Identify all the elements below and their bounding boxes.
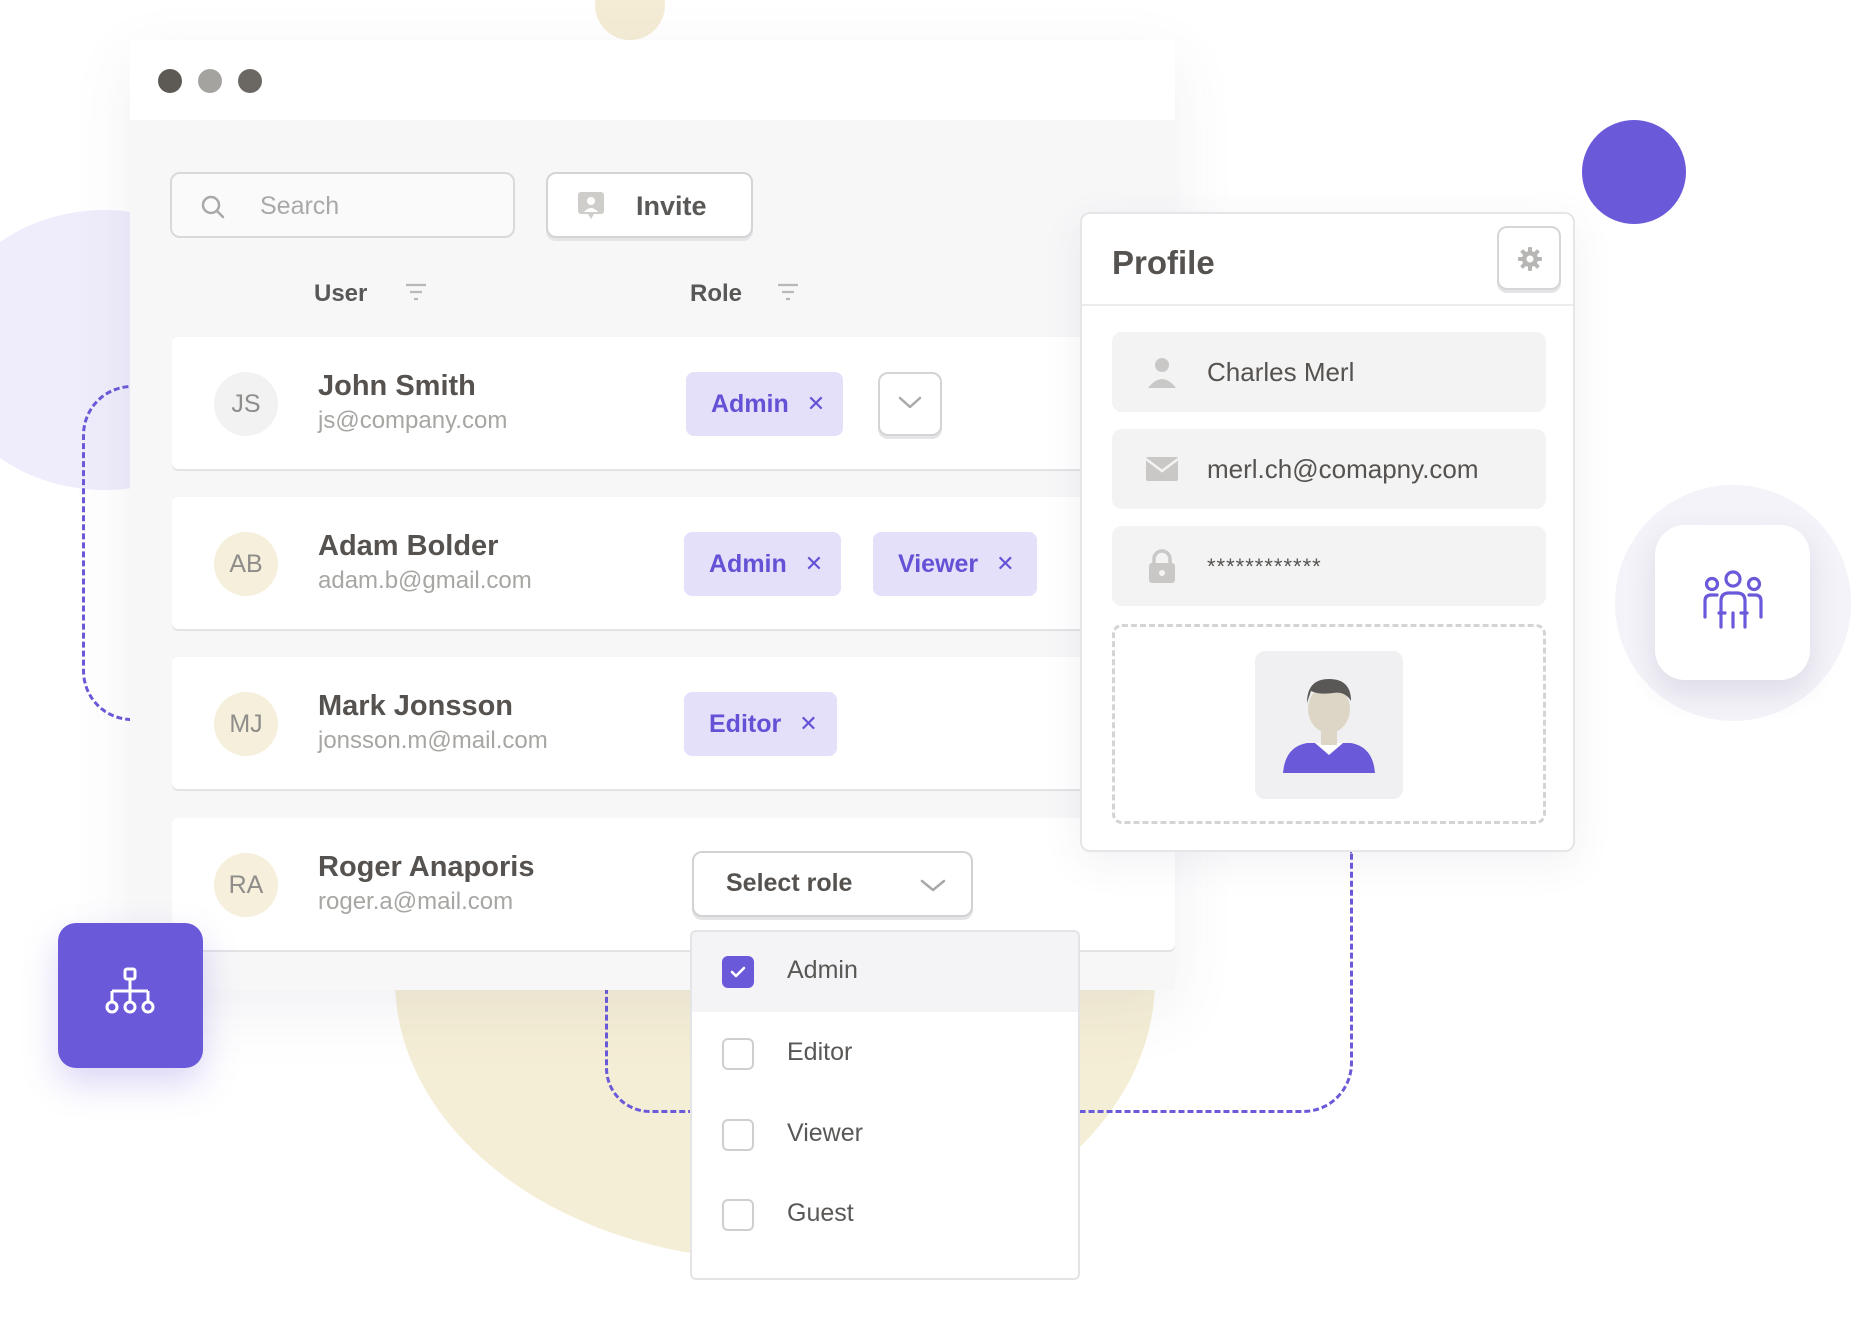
profile-email-field[interactable]: merl.ch@comapny.com — [1112, 429, 1546, 509]
filter-icon[interactable] — [777, 282, 799, 307]
avatar: RA — [214, 853, 278, 917]
invite-label: Invite — [636, 191, 707, 221]
role-select[interactable]: Select role — [692, 851, 973, 917]
search-input[interactable]: Search — [170, 172, 515, 238]
person-icon — [1144, 354, 1180, 395]
team-card[interactable] — [1655, 525, 1810, 680]
profile-avatar — [1255, 651, 1403, 799]
search-icon — [200, 194, 226, 225]
user-email: jonsson.m@mail.com — [318, 727, 548, 754]
checkbox-checked[interactable] — [722, 956, 754, 988]
user-avatar-icon — [1283, 679, 1375, 773]
user-card-icon — [576, 190, 606, 225]
user-name: Mark Jonsson — [318, 690, 513, 722]
profile-email-value: merl.ch@comapny.com — [1207, 454, 1479, 484]
profile-panel: Profile Charles Merl merl.ch@comapny.com… — [1080, 212, 1575, 852]
role-select-label: Select role — [726, 869, 853, 897]
checkbox[interactable] — [722, 1119, 754, 1151]
role-option-editor[interactable]: Editor — [692, 1014, 1078, 1094]
checkbox[interactable] — [722, 1038, 754, 1070]
role-dropdown-menu: Admin Editor Viewer Guest — [690, 930, 1080, 1280]
profile-name-field[interactable]: Charles Merl — [1112, 332, 1546, 412]
filter-icon[interactable] — [405, 282, 427, 307]
table-row[interactable]: MJ Mark Jonsson jonsson.m@mail.com Edito… — [172, 657, 1175, 789]
search-placeholder: Search — [260, 192, 340, 220]
role-dropdown-button[interactable] — [878, 372, 942, 436]
decor-yellow-dot — [595, 0, 665, 40]
close-icon[interactable]: ✕ — [807, 391, 825, 417]
close-icon[interactable]: ✕ — [805, 551, 823, 577]
table-row[interactable]: AB Adam Bolder adam.b@gmail.com Admin ✕ … — [172, 497, 1175, 629]
table-row[interactable]: JS John Smith js@company.com Admin ✕ — [172, 337, 1175, 469]
role-option-guest[interactable]: Guest — [692, 1175, 1078, 1255]
chevron-down-icon — [919, 878, 947, 899]
user-email: adam.b@gmail.com — [318, 567, 532, 594]
user-email: roger.a@mail.com — [318, 888, 514, 915]
team-icon — [1697, 567, 1769, 644]
mail-icon — [1144, 451, 1180, 492]
checkbox[interactable] — [722, 1199, 754, 1231]
chevron-down-icon — [897, 395, 923, 416]
avatar: JS — [214, 372, 278, 436]
role-chip-editor[interactable]: Editor ✕ — [684, 692, 837, 756]
user-name: John Smith — [318, 370, 476, 402]
user-name: Roger Anaporis — [318, 851, 535, 883]
role-option-label: Guest — [787, 1199, 854, 1227]
user-email: js@company.com — [318, 407, 508, 434]
gear-icon — [1516, 245, 1544, 278]
divider — [1082, 304, 1573, 306]
close-icon[interactable]: ✕ — [996, 551, 1014, 577]
close-icon[interactable]: ✕ — [799, 711, 817, 737]
org-chart-icon — [100, 965, 160, 1030]
role-option-admin[interactable]: Admin — [692, 932, 1078, 1012]
role-option-label: Viewer — [787, 1119, 863, 1147]
window-close-button[interactable] — [158, 69, 182, 93]
profile-password-field[interactable]: ************ — [1112, 526, 1546, 606]
role-option-label: Editor — [787, 1038, 853, 1066]
profile-password-value: ************ — [1207, 554, 1322, 579]
column-header-role[interactable]: Role — [690, 280, 742, 308]
role-option-viewer[interactable]: Viewer — [692, 1095, 1078, 1175]
role-chip-admin[interactable]: Admin ✕ — [686, 372, 843, 436]
profile-name-value: Charles Merl — [1207, 357, 1355, 387]
connector-bottom-left — [605, 985, 698, 1113]
decor-purple-dot — [1582, 120, 1686, 224]
lock-icon — [1144, 548, 1180, 589]
column-header-user[interactable]: User — [314, 280, 367, 308]
org-chart-card[interactable] — [58, 923, 203, 1068]
avatar-upload-zone[interactable] — [1112, 624, 1546, 824]
window-maximize-button[interactable] — [238, 69, 262, 93]
settings-button[interactable] — [1497, 226, 1561, 290]
avatar: MJ — [214, 692, 278, 756]
check-icon — [730, 966, 746, 978]
user-name: Adam Bolder — [318, 530, 499, 562]
window-titlebar — [130, 40, 1175, 120]
invite-button[interactable]: Invite — [546, 172, 753, 238]
profile-title: Profile — [1112, 244, 1215, 281]
window-minimize-button[interactable] — [198, 69, 222, 93]
role-chip-viewer[interactable]: Viewer ✕ — [873, 532, 1037, 596]
role-chip-admin[interactable]: Admin ✕ — [684, 532, 841, 596]
role-option-label: Admin — [787, 956, 858, 984]
avatar: AB — [214, 532, 278, 596]
